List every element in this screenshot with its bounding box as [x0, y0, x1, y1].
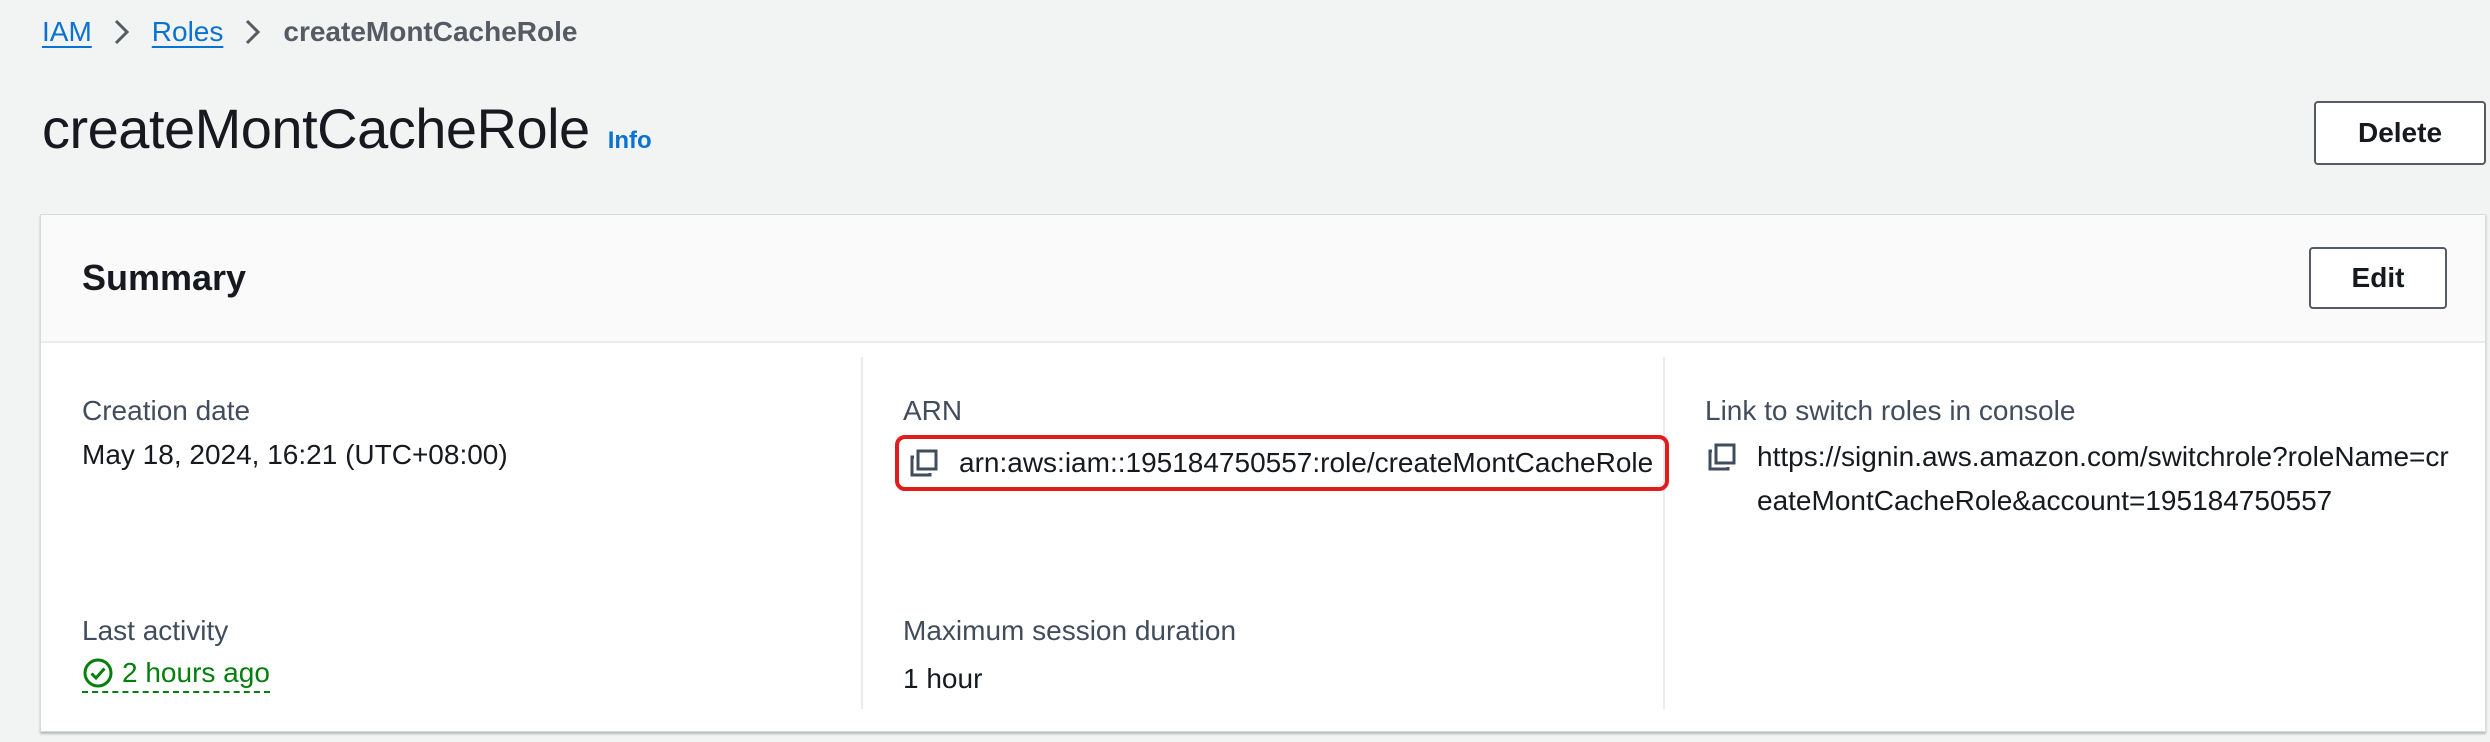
last-activity-text: 2 hours ago [122, 657, 270, 688]
info-link[interactable]: Info [608, 127, 652, 155]
status-success-icon [83, 658, 113, 688]
copy-icon[interactable] [907, 445, 941, 481]
last-activity-field: Last activity 2 hours ago [82, 613, 270, 694]
max-session-value: 1 hour [903, 663, 983, 694]
breadcrumb-current: createMontCacheRole [283, 16, 578, 47]
breadcrumb-iam-link[interactable]: IAM [42, 16, 92, 48]
page-header: createMontCacheRole Info [42, 96, 652, 161]
breadcrumb: IAM Roles createMontCacheRole [42, 14, 577, 50]
last-activity-value[interactable]: 2 hours ago [82, 657, 270, 693]
creation-date-value: May 18, 2024, 16:21 (UTC+08:00) [82, 439, 508, 470]
max-session-label: Maximum session duration [903, 615, 1237, 646]
creation-date-field: Creation date May 18, 2024, 16:21 (UTC+0… [82, 393, 508, 477]
page-title: createMontCacheRole [42, 97, 590, 160]
creation-date-label: Creation date [82, 395, 251, 426]
summary-title: Summary [82, 257, 247, 298]
delete-button[interactable]: Delete [2314, 101, 2486, 165]
switch-role-link-label: Link to switch roles in console [1705, 395, 2076, 426]
summary-column-1: Creation date May 18, 2024, 16:21 (UTC+0… [41, 357, 863, 709]
arn-field: ARN arn:aws:iam::195184750557:role/creat… [895, 393, 1670, 491]
max-session-field: Maximum session duration 1 hour [903, 613, 1236, 701]
switch-role-link-value[interactable]: https://signin.aws.amazon.com/switchrole… [1757, 435, 2457, 523]
summary-column-2: ARN arn:aws:iam::195184750557:role/creat… [863, 357, 1670, 709]
summary-header: Summary Edit [41, 215, 2485, 343]
chevron-right-icon [223, 14, 283, 50]
summary-panel: Summary Edit Creation date May 18, 2024,… [40, 214, 2486, 732]
switch-role-link-field: Link to switch roles in console https://… [1705, 393, 2457, 523]
copy-icon[interactable] [1705, 439, 1739, 475]
arn-value: arn:aws:iam::195184750557:role/createMon… [959, 447, 1654, 478]
arn-highlight-box: arn:aws:iam::195184750557:role/createMon… [895, 435, 1670, 491]
chevron-right-icon [92, 14, 152, 50]
edit-button[interactable]: Edit [2309, 247, 2447, 309]
arn-label: ARN [903, 395, 963, 426]
switch-role-link-row: https://signin.aws.amazon.com/switchrole… [1705, 435, 2457, 523]
breadcrumb-roles-link[interactable]: Roles [152, 16, 224, 48]
summary-column-3: Link to switch roles in console https://… [1665, 357, 2487, 709]
last-activity-label: Last activity [82, 615, 229, 646]
